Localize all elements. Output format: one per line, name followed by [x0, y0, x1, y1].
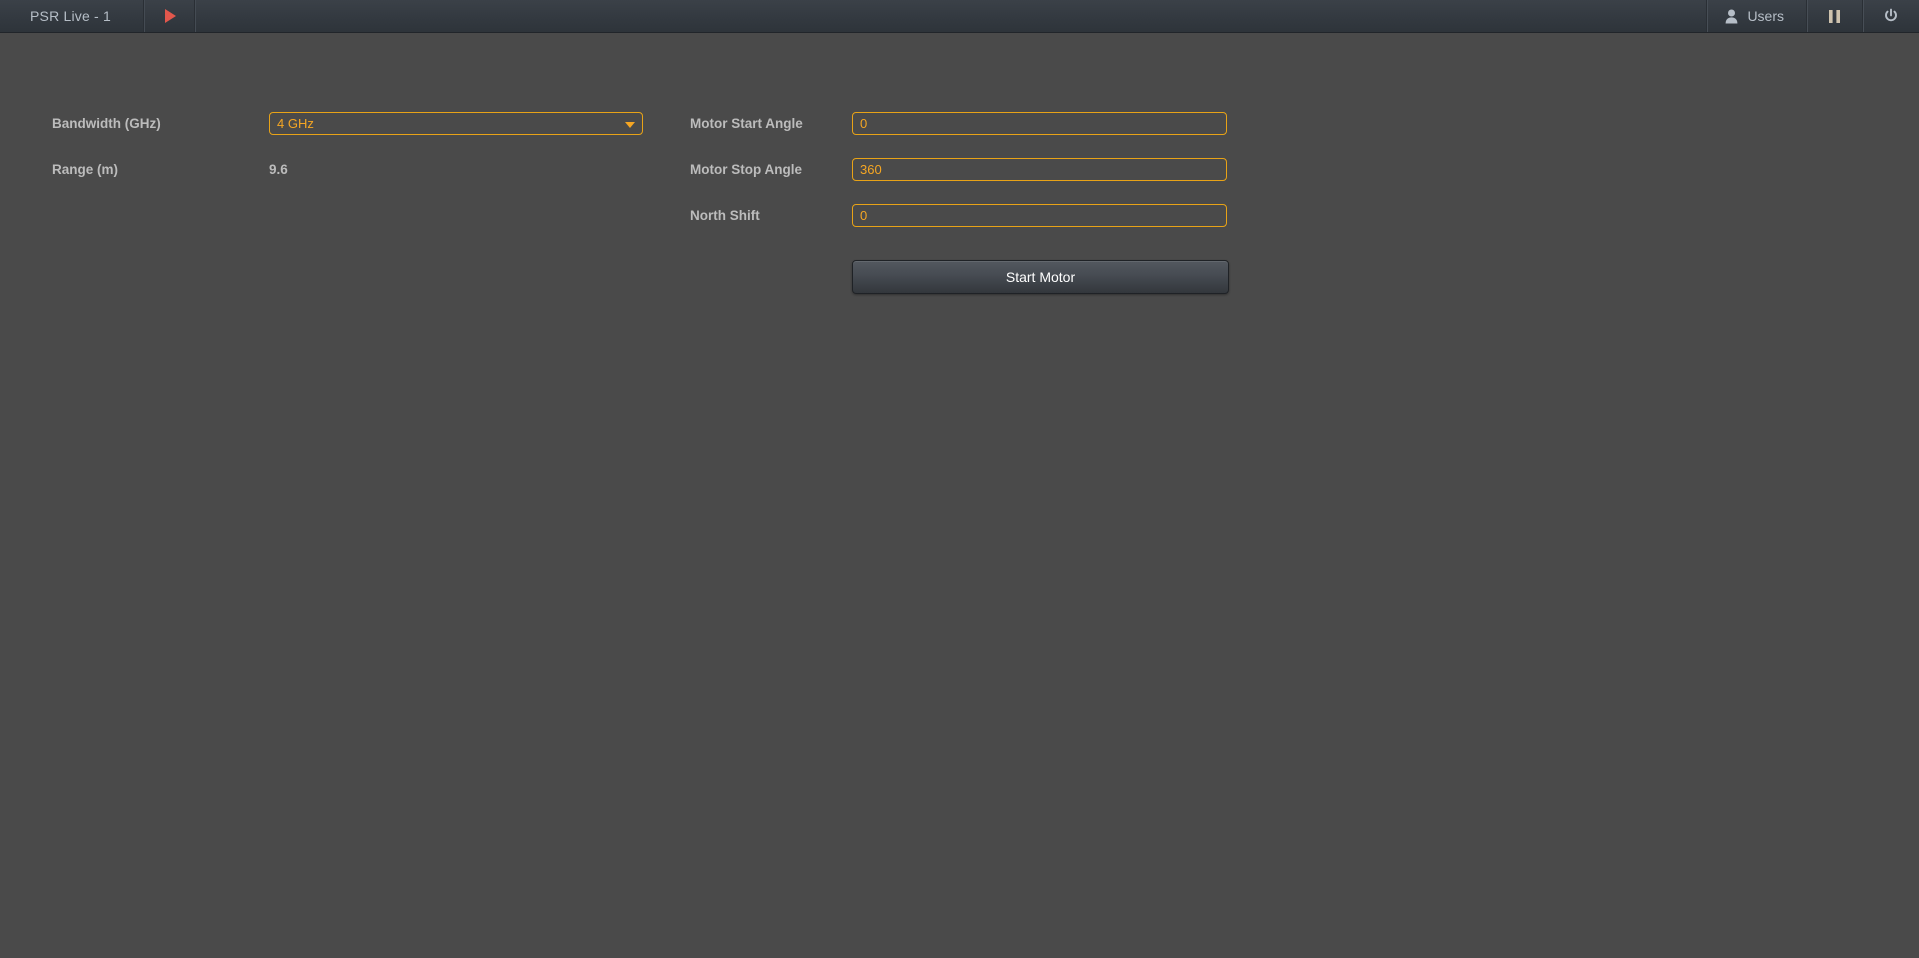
- bandwidth-row: Bandwidth (GHz) 4 GHz: [52, 111, 643, 136]
- user-icon: [1725, 9, 1738, 24]
- bandwidth-label: Bandwidth (GHz): [52, 116, 161, 131]
- range-row: Range (m) 9.6: [52, 157, 643, 182]
- motor-start-angle-input[interactable]: 0: [852, 112, 1227, 135]
- range-value: 9.6: [269, 162, 288, 177]
- start-motor-row: Start Motor: [690, 260, 1229, 294]
- north-shift-input[interactable]: 0: [852, 204, 1227, 227]
- motor-stop-angle-value: 360: [860, 163, 882, 176]
- motor-start-angle-label: Motor Start Angle: [690, 116, 803, 131]
- top-bar-spacer: [195, 0, 1706, 32]
- window-title: PSR Live - 1: [0, 0, 144, 32]
- right-settings-column: Motor Start Angle 0 Motor Stop Angle 360…: [690, 111, 1229, 294]
- motor-stop-angle-row: Motor Stop Angle 360: [690, 157, 1229, 182]
- motor-stop-angle-label: Motor Stop Angle: [690, 162, 802, 177]
- users-label: Users: [1747, 8, 1784, 24]
- top-bar-right-group: Users: [1706, 0, 1919, 32]
- top-bar-left-group: PSR Live - 1: [0, 0, 195, 32]
- north-shift-label: North Shift: [690, 208, 760, 223]
- bandwidth-selected-value: 4 GHz: [277, 117, 314, 130]
- play-button[interactable]: [144, 0, 195, 32]
- motor-stop-angle-input[interactable]: 360: [852, 158, 1227, 181]
- north-shift-value: 0: [860, 209, 868, 222]
- main-content: Bandwidth (GHz) 4 GHz Range (m) 9.6 Moto…: [0, 33, 1919, 958]
- play-icon: [165, 9, 176, 23]
- start-motor-button[interactable]: Start Motor: [852, 260, 1229, 294]
- pause-button[interactable]: [1806, 0, 1862, 32]
- north-shift-row: North Shift 0: [690, 203, 1229, 228]
- power-button[interactable]: [1862, 0, 1919, 32]
- left-settings-column: Bandwidth (GHz) 4 GHz Range (m) 9.6: [52, 111, 643, 203]
- bandwidth-select[interactable]: 4 GHz: [269, 112, 643, 135]
- top-bar: PSR Live - 1 Users: [0, 0, 1919, 33]
- button-spacer: [690, 260, 852, 294]
- users-button[interactable]: Users: [1706, 0, 1806, 32]
- pause-icon: [1827, 9, 1842, 24]
- window-title-label: PSR Live - 1: [30, 8, 111, 24]
- motor-start-angle-value: 0: [860, 117, 868, 130]
- range-label: Range (m): [52, 162, 119, 177]
- power-icon: [1883, 8, 1899, 24]
- chevron-down-icon: [625, 121, 635, 128]
- motor-start-angle-row: Motor Start Angle 0: [690, 111, 1229, 136]
